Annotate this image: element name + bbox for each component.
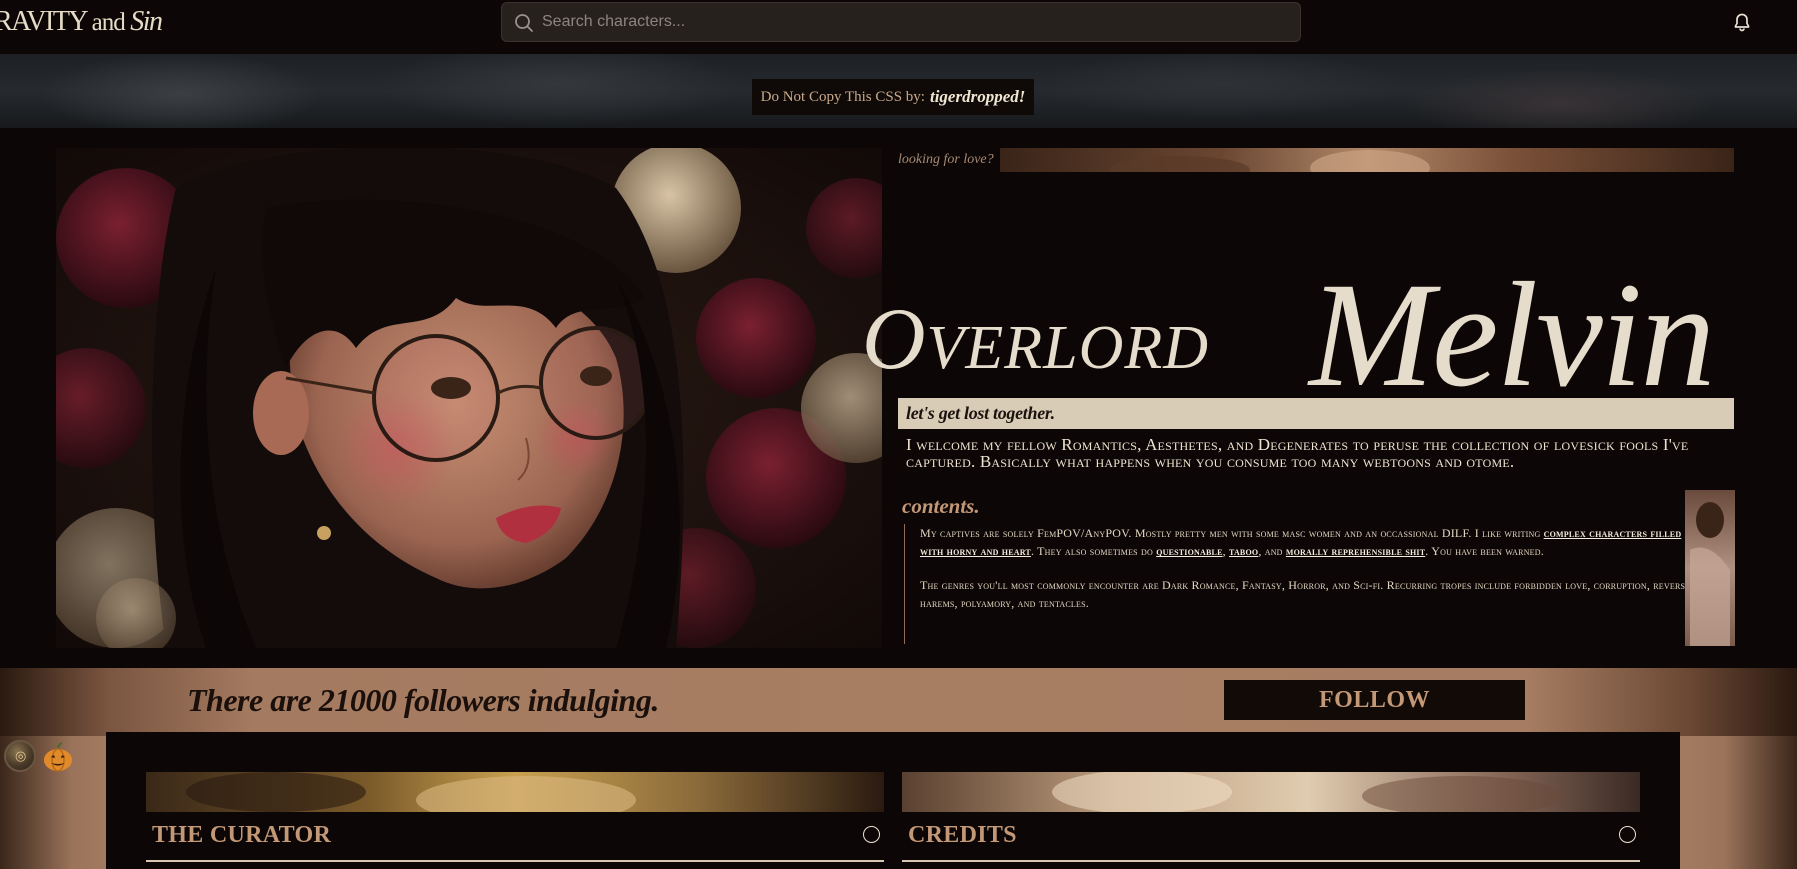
contents-paragraph-2: The genres you'll most commonly encounte… — [920, 578, 1691, 610]
profile-hero: looking for love? Overlord Melvin let's … — [0, 128, 1797, 668]
site-logo[interactable]: RAVITY and Sin — [0, 6, 163, 38]
contents-text: My captives are solely FemPOV/AnyPOV. Mo… — [920, 526, 1541, 540]
curator-toggle-button[interactable] — [863, 826, 880, 843]
profile-portrait-image — [56, 148, 882, 648]
strip-artwork — [1000, 148, 1734, 172]
logo-text-gravity: RAVITY — [0, 6, 88, 37]
contents-text: . They also sometimes do — [1030, 544, 1153, 558]
link-morally-reprehensible[interactable]: morally reprehensible shit — [1286, 544, 1425, 558]
bell-icon[interactable] — [1732, 12, 1752, 32]
profile-name-main: Melvin — [1309, 252, 1715, 418]
contents-heading: contents. — [902, 494, 980, 518]
profile-banner: Do Not Copy This CSS by: tigerdropped! — [0, 54, 1797, 128]
section-curator-image — [146, 772, 884, 812]
section-divider — [902, 860, 1640, 862]
top-navigation-bar: RAVITY and Sin — [0, 0, 1797, 54]
contents-text: , and — [1258, 544, 1283, 558]
logo-text-sin: Sin — [130, 6, 163, 37]
css-credit-text: Do Not Copy This CSS by: — [760, 88, 925, 105]
profile-sections-container: THE CURATOR CREDITS — [106, 732, 1680, 869]
search-bar[interactable] — [501, 2, 1301, 42]
section-the-curator: THE CURATOR — [146, 772, 884, 869]
link-questionable[interactable]: questionable — [1156, 544, 1222, 558]
section-credits-image — [902, 772, 1640, 812]
section-title-credits[interactable]: CREDITS — [908, 822, 1017, 849]
contents-text: . You have been warned. — [1425, 544, 1544, 558]
header-strip-image — [1000, 148, 1734, 172]
profile-name-title: Overlord — [862, 291, 1210, 388]
profile-tagline-bar: let's get lost together. — [898, 398, 1734, 429]
looking-for-love-label: looking for love? — [898, 152, 994, 167]
credits-artwork — [902, 772, 1640, 812]
logo-text-and: and — [91, 9, 126, 36]
contents-text: , — [1222, 544, 1226, 558]
contents-body: My captives are solely FemPOV/AnyPOV. Mo… — [904, 524, 1694, 644]
profile-welcome-text: I welcome my fellow Romantics, Aesthetes… — [906, 435, 1689, 471]
section-credits: CREDITS — [902, 772, 1640, 869]
profile-info-panel: looking for love? Overlord Melvin let's … — [862, 128, 1797, 668]
search-icon — [515, 14, 533, 32]
portrait-illustration — [56, 148, 882, 648]
profile-tagline: let's get lost together. — [906, 403, 1055, 423]
section-title-the-curator[interactable]: THE CURATOR — [152, 822, 331, 849]
side-thumbnail-artwork — [1685, 490, 1735, 646]
coin-glyph: ◎ — [15, 749, 27, 764]
curator-artwork — [146, 772, 884, 812]
pumpkin-icon[interactable] — [42, 742, 74, 772]
coin-icon[interactable]: ◎ — [4, 740, 36, 772]
css-credit-author: tigerdropped! — [929, 87, 1026, 106]
followers-band: There are 21000 followers indulging. FOL… — [0, 668, 1797, 736]
search-input[interactable] — [542, 3, 1282, 41]
follow-button[interactable]: FOLLOW — [1224, 680, 1525, 720]
section-divider — [146, 860, 884, 862]
credits-toggle-button[interactable] — [1619, 826, 1636, 843]
contents-paragraph-1: My captives are solely FemPOV/AnyPOV. Mo… — [920, 524, 1694, 560]
followers-count-text: There are 21000 followers indulging. — [187, 682, 659, 718]
link-taboo[interactable]: taboo — [1229, 544, 1258, 558]
side-thumbnail-image — [1685, 490, 1735, 646]
css-credit-badge: Do Not Copy This CSS by: tigerdropped! — [752, 79, 1034, 115]
